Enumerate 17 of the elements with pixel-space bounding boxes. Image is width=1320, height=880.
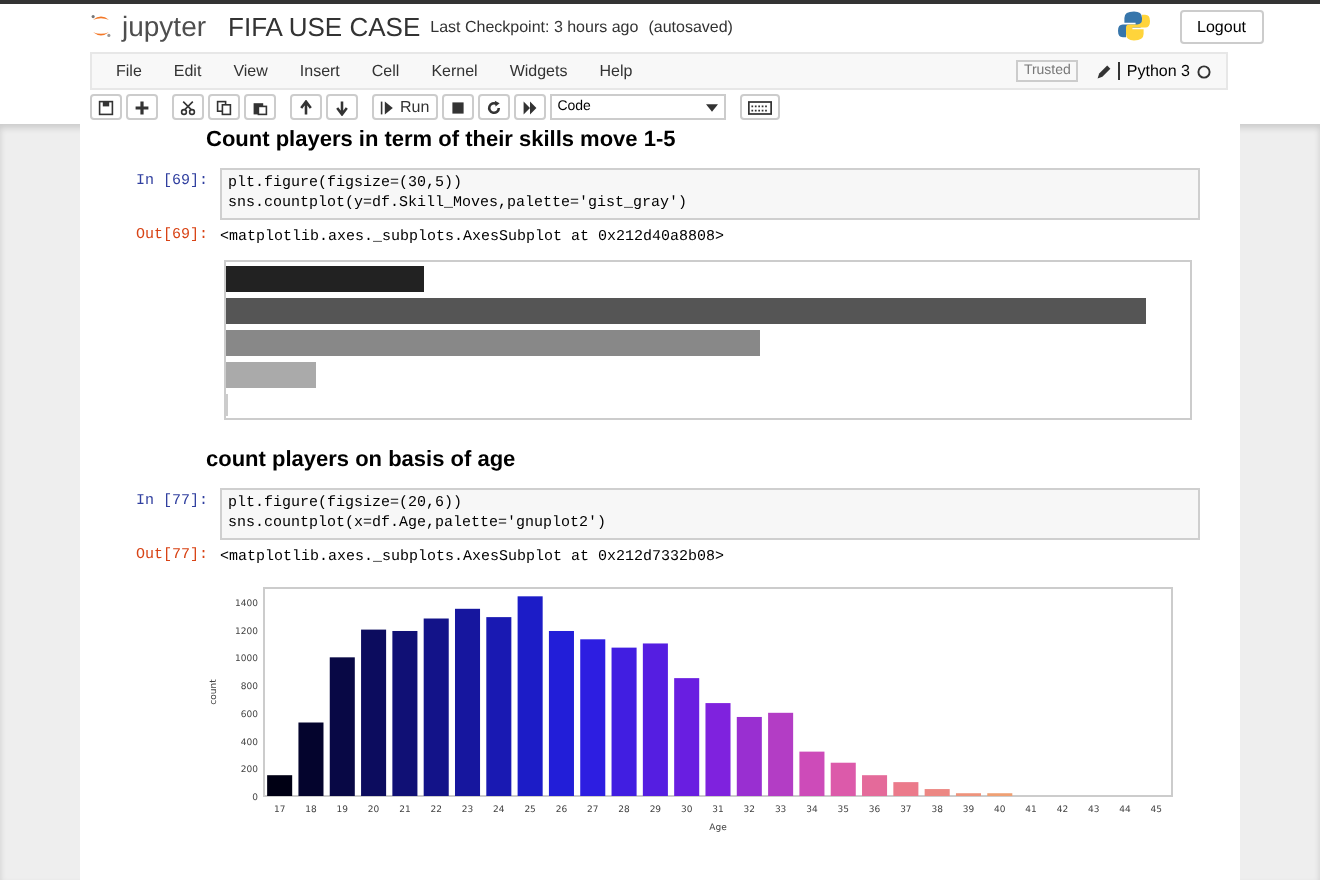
- markdown-heading: Count players in term of their skills move 1-5: [206, 128, 678, 152]
- run-button[interactable]: Run: [372, 94, 438, 120]
- menu-item[interactable]: File: [100, 62, 158, 80]
- menu-item[interactable]: Kernel: [415, 62, 494, 80]
- menu-item[interactable]: Cell: [355, 62, 416, 80]
- menu-item[interactable]: Insert: [283, 62, 356, 80]
- menu-item[interactable]: Help: [583, 62, 649, 80]
- menu-item[interactable]: View: [217, 62, 284, 80]
- checkpoint-status: Last Checkpoint: 3 hours ago: [430, 17, 639, 35]
- menu-item[interactable]: Edit: [157, 62, 218, 80]
- notebook-title[interactable]: FIFA USE CASE: [228, 11, 421, 41]
- autosave-status: (autosaved): [648, 17, 733, 35]
- menu-item[interactable]: Widgets: [493, 62, 584, 80]
- kernel-name: Python 3: [1118, 62, 1190, 80]
- jupyter-wordmark[interactable]: jupyter: [122, 10, 207, 42]
- logout-button[interactable]: Logout: [1179, 9, 1264, 43]
- markdown-heading: count players on basis of age: [206, 448, 518, 472]
